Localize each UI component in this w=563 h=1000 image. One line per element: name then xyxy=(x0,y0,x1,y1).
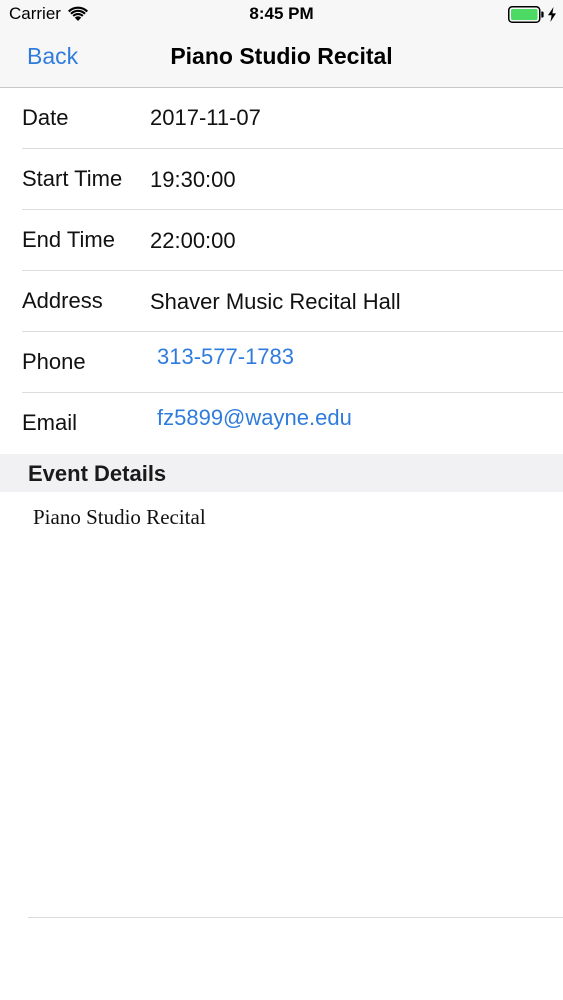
start-time-value: 19:30:00 xyxy=(150,167,236,192)
event-details-header: Event Details xyxy=(0,454,563,492)
address-row: Address Shaver Music Recital Hall xyxy=(0,271,563,332)
section-header-label: Event Details xyxy=(28,461,167,486)
date-value: 2017-11-07 xyxy=(150,105,261,130)
event-info-list: Date 2017-11-07 Start Time 19:30:00 End … xyxy=(0,88,563,454)
phone-label: Phone xyxy=(22,349,86,374)
address-label: Address xyxy=(22,288,103,313)
phone-row: Phone 313-577-1783 xyxy=(0,332,563,393)
end-time-value: 22:00:00 xyxy=(150,228,236,253)
email-row: Email fz5899@wayne.edu xyxy=(0,393,563,454)
start-time-row: Start Time 19:30:00 xyxy=(0,149,563,210)
status-time: 8:45 PM xyxy=(249,4,314,23)
date-label: Date xyxy=(22,105,69,130)
end-time-row: End Time 22:00:00 xyxy=(0,210,563,271)
bottom-divider xyxy=(28,917,563,918)
event-detail-screen: Carrier 8:45 PM Back Piano Studio Recita… xyxy=(0,0,563,1000)
end-time-label: End Time xyxy=(22,227,115,252)
address-value: Shaver Music Recital Hall xyxy=(150,289,401,314)
email-label: Email xyxy=(22,410,78,435)
phone-link[interactable]: 313-577-1783 xyxy=(157,344,294,370)
charging-bolt-icon xyxy=(547,7,557,22)
start-time-label: Start Time xyxy=(22,166,123,191)
page-title: Piano Studio Recital xyxy=(170,43,393,69)
date-row: Date 2017-11-07 xyxy=(0,88,563,149)
status-bar: Carrier 8:45 PM xyxy=(0,0,563,30)
battery-indicator xyxy=(508,6,557,23)
event-details-text: Piano Studio Recital xyxy=(33,505,206,529)
email-link[interactable]: fz5899@wayne.edu xyxy=(157,405,352,431)
battery-full-icon xyxy=(508,6,544,23)
navigation-bar: Back Piano Studio Recital xyxy=(0,30,563,88)
